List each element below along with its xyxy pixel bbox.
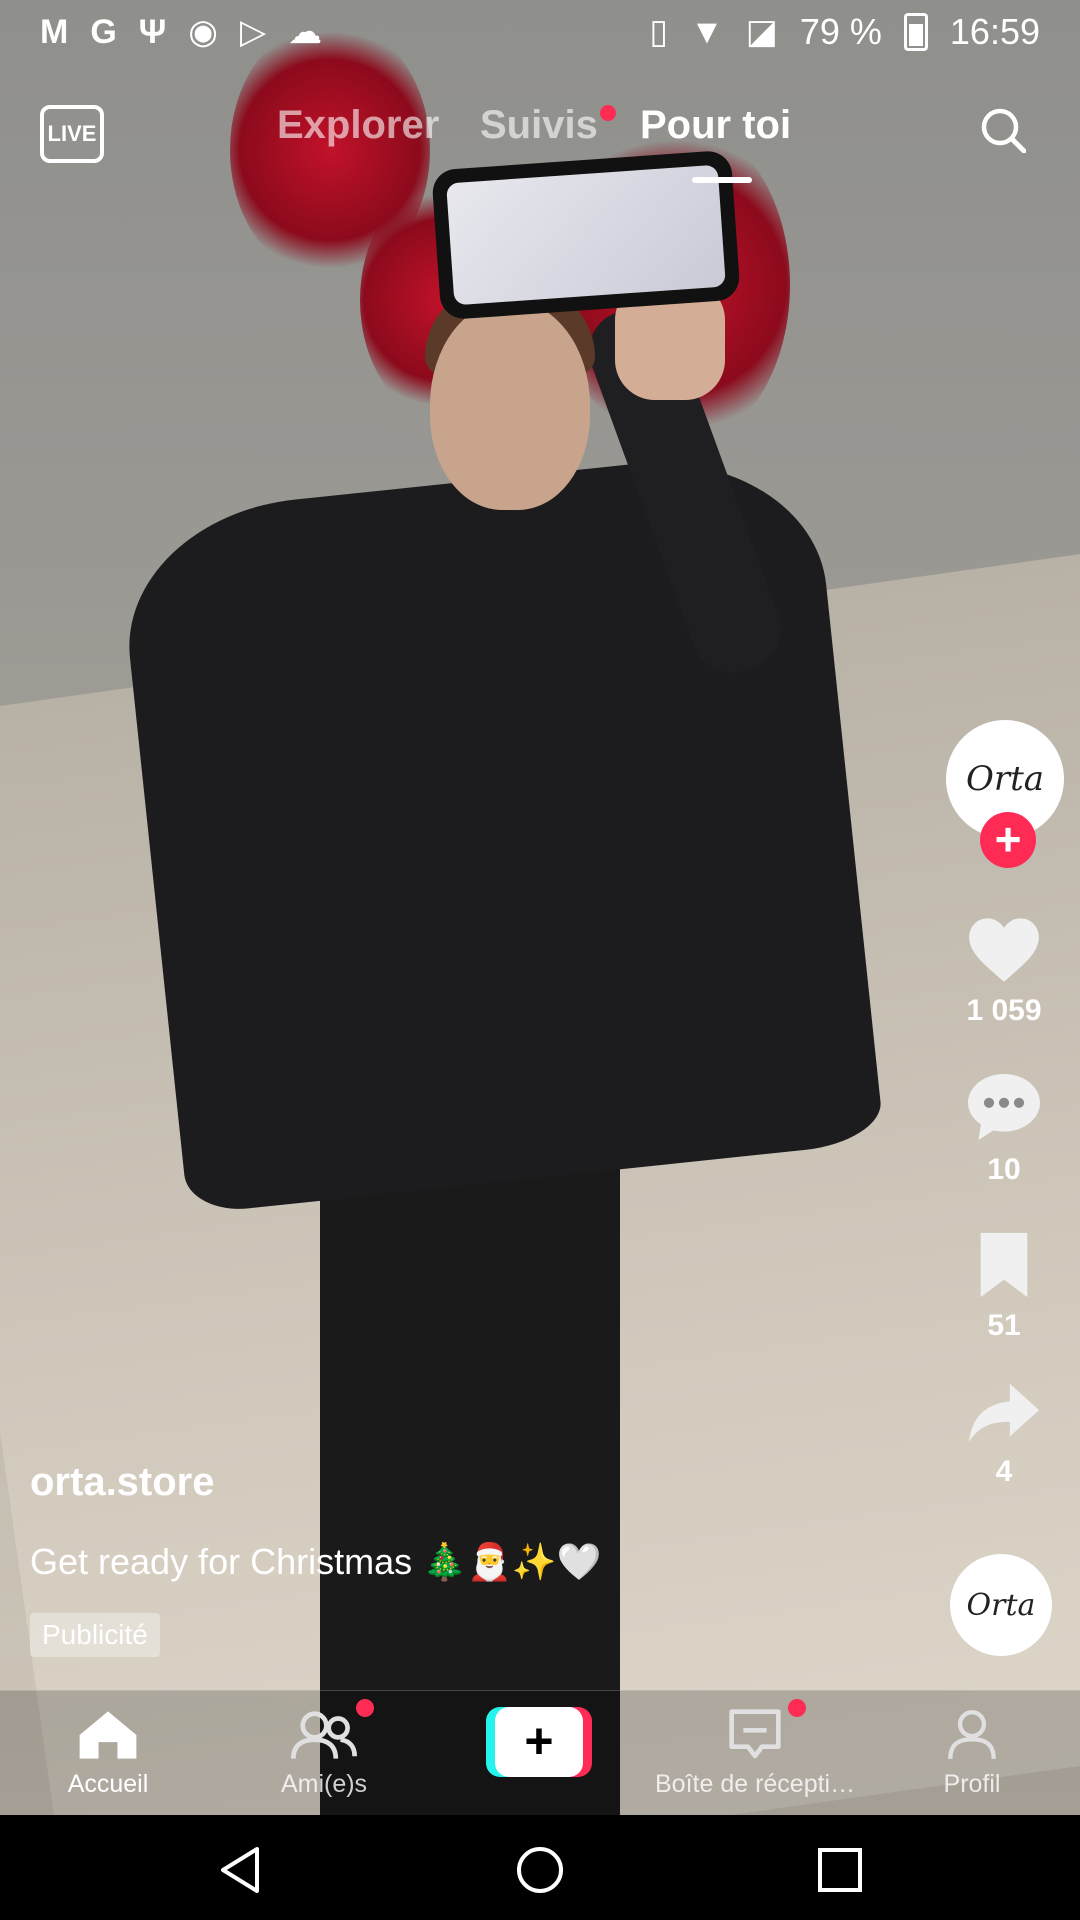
gmail-icon: M [40,12,69,51]
inbox-notification-dot [788,1699,806,1717]
tab-explorer[interactable]: Explorer [277,103,439,148]
music-disc[interactable]: Orta [950,1554,1052,1656]
phone-screen [446,164,726,306]
friends-icon [291,1711,357,1759]
create-button[interactable]: + [486,1707,592,1777]
share-icon [968,1383,1040,1443]
person-head [430,300,590,510]
inbox-icon [729,1709,781,1759]
disc-logo: Orta [966,1587,1036,1623]
search-icon[interactable] [980,107,1026,153]
nav-label-inbox: Boîte de récepti… [655,1770,856,1798]
nav-label-profil: Profil [943,1770,1001,1798]
friends-notification-dot [356,1699,374,1717]
nav-accueil[interactable]: Accueil [8,1709,208,1799]
usb-icon: Ψ [138,12,167,51]
ad-badge: Publicité [30,1613,160,1657]
post-caption: orta.store Get ready for Christmas 🎄🎅✨🤍 … [30,1460,730,1657]
app-icon: ◉ [188,13,218,51]
save-count: 51 [987,1309,1021,1342]
nav-label-accueil: Accueil [67,1770,149,1798]
nav-amis[interactable]: Ami(e)s [224,1709,424,1799]
battery-text: 79 % [799,11,882,52]
live-label: LIVE [47,121,97,146]
bottom-nav: Accueil Ami(e)s + Boîte de récepti… Prof… [0,1690,1080,1816]
system-nav-bar [0,1815,1080,1920]
clock: 16:59 [949,11,1040,52]
comment-button[interactable]: 10 [940,1070,1068,1187]
like-button[interactable]: 1 059 [940,915,1068,1028]
person-jacket [115,445,885,1215]
status-right: ▯ ▼ ◪ 79 % 16:59 [649,11,1040,53]
nav-inbox[interactable]: Boîte de récepti… [655,1709,855,1799]
share-count: 4 [995,1455,1013,1488]
save-button[interactable]: 51 [940,1230,1068,1343]
nav-profil[interactable]: Profil [872,1709,1072,1799]
vibrate-icon: ▯ [649,13,669,51]
back-icon[interactable] [215,1845,265,1895]
live-button[interactable]: LIVE [40,105,104,163]
recents-icon[interactable] [815,1845,865,1895]
tab-pour-toi[interactable]: Pour toi [640,103,791,148]
cloud-icon: ☁ [288,13,323,51]
plus-icon: + [495,1707,583,1777]
share-button[interactable]: 4 [940,1380,1068,1489]
status-bar: M G Ψ ◉ ▷ ☁ ▯ ▼ ◪ 79 % 16:59 [0,0,1080,64]
home-icon [79,1711,137,1759]
wifi-icon: ▼ [690,12,724,51]
comment-count: 10 [987,1153,1021,1186]
play-icon: ▷ [239,13,267,51]
bookmark-icon [980,1232,1028,1298]
avatar-logo: Orta [965,759,1045,799]
creator-username[interactable]: orta.store [30,1460,730,1505]
status-left: M G Ψ ◉ ▷ ☁ [40,12,322,52]
phone-in-video [431,149,741,321]
battery-icon [903,13,928,51]
follow-button[interactable]: + [980,812,1036,868]
notification-dot [600,105,616,121]
home-circle-icon[interactable] [515,1845,565,1895]
comment-icon [968,1074,1040,1140]
post-description: Get ready for Christmas 🎄🎅✨🤍 [30,1541,602,1582]
active-tab-indicator [692,177,752,183]
tab-suivis[interactable]: Suivis [480,103,598,148]
top-nav: LIVE Explorer Suivis Pour toi [0,95,1080,183]
google-icon: G [90,12,117,51]
nav-label-amis: Ami(e)s [280,1770,368,1798]
profile-icon [948,1710,996,1759]
no-sim-icon: ◪ [745,13,778,51]
heart-icon [969,918,1039,982]
like-count: 1 059 [966,994,1042,1027]
